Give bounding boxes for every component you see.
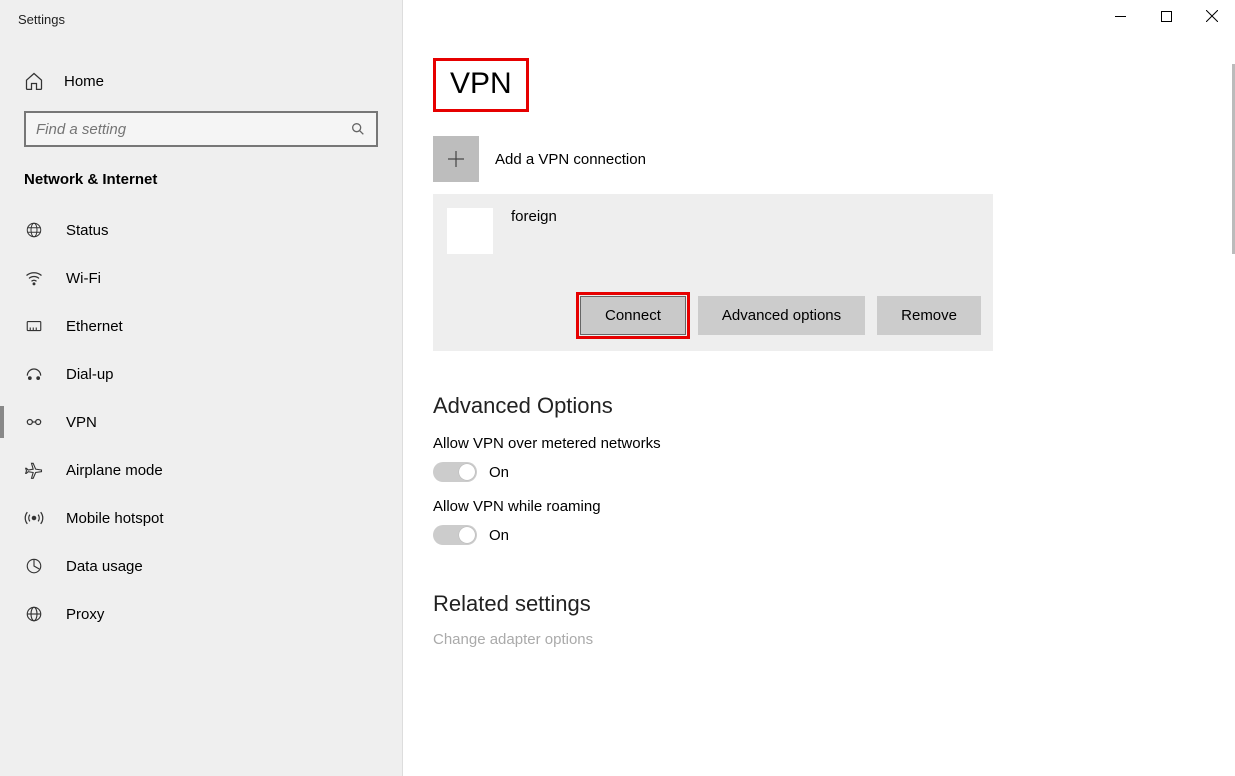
plus-icon xyxy=(433,136,479,182)
vpn-connection-card[interactable]: foreign Connect Advanced options Remove xyxy=(433,194,993,351)
vpn-icon xyxy=(24,412,44,432)
sidebar-item-label: Status xyxy=(66,222,109,239)
add-vpn-label: Add a VPN connection xyxy=(495,151,646,168)
vpn-connection-name: foreign xyxy=(511,208,557,225)
search-box[interactable] xyxy=(24,111,378,147)
sidebar-item-vpn[interactable]: VPN xyxy=(0,398,402,446)
sidebar: Settings Home Network & Internet Status … xyxy=(0,0,403,776)
toggle-metered-state: On xyxy=(489,464,509,481)
sidebar-item-ethernet[interactable]: Ethernet xyxy=(0,302,402,350)
dialup-icon xyxy=(24,364,44,384)
close-button[interactable] xyxy=(1189,0,1235,32)
sidebar-section-label: Network & Internet xyxy=(0,157,402,206)
search-wrap xyxy=(0,105,402,157)
option-metered: Allow VPN over metered networks On xyxy=(433,435,1223,482)
change-adapter-link[interactable]: Change adapter options xyxy=(433,631,1223,648)
sidebar-item-label: Proxy xyxy=(66,606,104,623)
home-icon xyxy=(24,71,44,91)
globe-icon xyxy=(24,220,44,240)
toggle-metered[interactable] xyxy=(433,462,477,482)
page-title: VPN xyxy=(450,67,512,101)
sidebar-item-label: Airplane mode xyxy=(66,462,163,479)
related-settings-heading: Related settings xyxy=(433,591,1223,617)
advanced-options-heading: Advanced Options xyxy=(433,393,1223,419)
option-roaming: Allow VPN while roaming On xyxy=(433,498,1223,545)
airplane-icon xyxy=(24,460,44,480)
vpn-card-header: foreign xyxy=(447,208,985,254)
search-input[interactable] xyxy=(36,121,350,138)
page-title-highlight: VPN xyxy=(433,58,529,112)
minimize-button[interactable] xyxy=(1097,0,1143,32)
option-metered-label: Allow VPN over metered networks xyxy=(433,435,1223,452)
toggle-roaming-state: On xyxy=(489,527,509,544)
advanced-options-button[interactable]: Advanced options xyxy=(698,296,865,335)
proxy-icon xyxy=(24,604,44,624)
sidebar-item-label: Ethernet xyxy=(66,318,123,335)
search-icon xyxy=(350,121,366,137)
ethernet-icon xyxy=(24,316,44,336)
sidebar-item-datausage[interactable]: Data usage xyxy=(0,542,402,590)
sidebar-item-status[interactable]: Status xyxy=(0,206,402,254)
connect-button[interactable]: Connect xyxy=(580,296,686,335)
home-link[interactable]: Home xyxy=(0,57,402,105)
option-roaming-label: Allow VPN while roaming xyxy=(433,498,1223,515)
vpn-connection-icon xyxy=(447,208,493,254)
app-title: Settings xyxy=(0,12,402,39)
remove-button[interactable]: Remove xyxy=(877,296,981,335)
nav-items: Status Wi-Fi Ethernet Dial-up VPN xyxy=(0,206,402,776)
vpn-card-buttons: Connect Advanced options Remove xyxy=(447,296,985,335)
home-label: Home xyxy=(64,73,104,90)
sidebar-item-label: VPN xyxy=(66,414,97,431)
sidebar-item-label: Dial-up xyxy=(66,366,114,383)
wifi-icon xyxy=(24,268,44,288)
sidebar-item-wifi[interactable]: Wi-Fi xyxy=(0,254,402,302)
titlebar xyxy=(1097,0,1235,32)
sidebar-item-proxy[interactable]: Proxy xyxy=(0,590,402,638)
sidebar-item-label: Mobile hotspot xyxy=(66,510,164,527)
sidebar-item-label: Data usage xyxy=(66,558,143,575)
sidebar-item-hotspot[interactable]: Mobile hotspot xyxy=(0,494,402,542)
add-vpn-button[interactable]: Add a VPN connection xyxy=(433,136,1223,182)
sidebar-item-dialup[interactable]: Dial-up xyxy=(0,350,402,398)
datausage-icon xyxy=(24,556,44,576)
main-content: VPN Add a VPN connection foreign Connect… xyxy=(403,0,1235,776)
maximize-button[interactable] xyxy=(1143,0,1189,32)
hotspot-icon xyxy=(24,508,44,528)
sidebar-item-airplane[interactable]: Airplane mode xyxy=(0,446,402,494)
toggle-roaming[interactable] xyxy=(433,525,477,545)
sidebar-item-label: Wi-Fi xyxy=(66,270,101,287)
